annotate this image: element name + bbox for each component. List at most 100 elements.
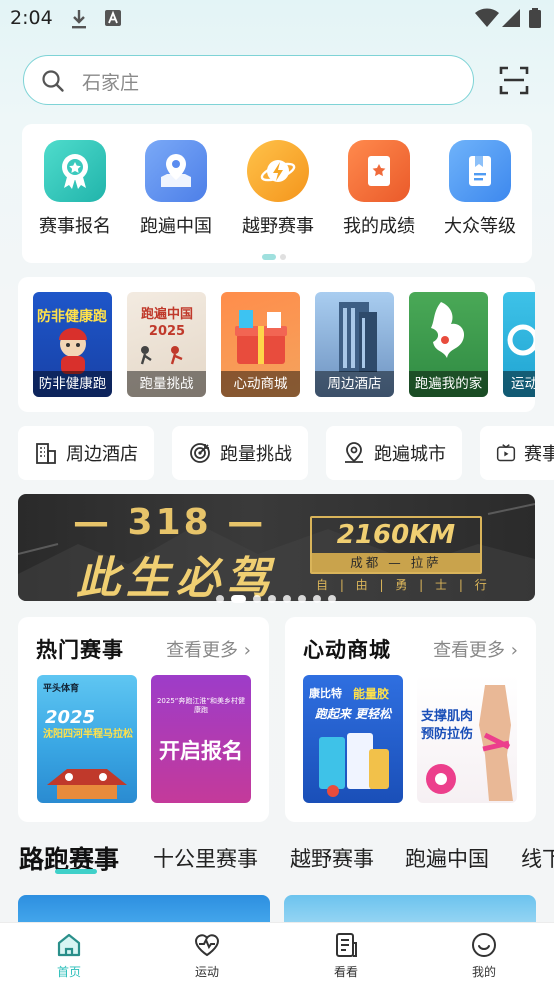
poster-header: 2025“奔跑江淮”和美乡村健康跑	[156, 697, 246, 714]
shortcut-label: 跑遍城市	[374, 444, 446, 465]
nav-mine[interactable]: 我的	[449, 931, 519, 980]
quick-item-label: 跑遍中国	[140, 216, 212, 237]
shortcut-label: 跑量挑战	[220, 444, 292, 465]
feature-tile-run-home[interactable]: 跑遍我的家	[409, 292, 488, 397]
banner-route-number: — 318 —	[73, 502, 267, 543]
banner-dot[interactable]	[313, 594, 321, 603]
nav-home[interactable]: 首页	[34, 931, 104, 980]
mall-product-1[interactable]: 康比特 能量胶 跑起来 更轻松	[303, 675, 403, 803]
mall-product-2[interactable]: 支撑肌肉 预防拉伤	[417, 675, 517, 803]
category-tab-run-china[interactable]: 跑遍中国	[405, 843, 489, 873]
banner-dot[interactable]	[328, 594, 336, 603]
quick-item-run-china[interactable]: 跑遍中国	[126, 140, 226, 238]
target-icon	[190, 443, 210, 463]
feature-tile-mall[interactable]: 心动商城	[221, 292, 300, 397]
product-packs-icon	[319, 733, 389, 797]
quick-item-label: 大众等级	[444, 216, 516, 237]
chevron-right-icon: ›	[510, 640, 518, 661]
product-headline: 能量胶	[353, 687, 390, 701]
skyscraper-icon	[339, 302, 377, 372]
location-pin-icon	[145, 140, 207, 202]
sports-ring-icon	[507, 324, 535, 356]
knee-tape-icon	[479, 685, 513, 801]
nav-sports[interactable]: 运动	[172, 931, 242, 980]
banner-dot[interactable]	[253, 594, 261, 603]
search-placeholder: 石家庄	[82, 72, 140, 94]
chevron-right-icon: ›	[243, 640, 251, 661]
download-icon	[70, 8, 88, 34]
font-icon	[104, 8, 122, 32]
bottom-nav: 首页 运动 看看 我的	[0, 922, 554, 984]
banner-dot[interactable]	[298, 594, 306, 603]
video-play-icon	[496, 444, 516, 462]
feature-tile-mileage-challenge[interactable]: 跑遍中国 2025 跑量挑战	[127, 292, 206, 397]
category-tab-offline[interactable]: 线下	[521, 843, 554, 873]
runners-illustration-icon	[47, 769, 127, 799]
banner-dot[interactable]	[268, 594, 276, 603]
scan-icon[interactable]	[498, 64, 530, 100]
star-certificate-icon	[348, 140, 410, 202]
banner-dot[interactable]	[283, 594, 291, 603]
quick-item-trail-events[interactable]: 越野赛事	[228, 140, 328, 238]
category-tab-10k[interactable]: 十公里赛事	[153, 843, 258, 873]
poster-title: 沈阳四河半程马拉松	[43, 729, 133, 740]
shortcut-mileage-challenge[interactable]: 跑量挑战	[172, 426, 308, 480]
nav-label: 运动	[194, 965, 219, 979]
map-pin-icon	[345, 442, 363, 463]
pager-dot	[280, 253, 286, 260]
category-tab-trail[interactable]: 越野赛事	[290, 843, 374, 873]
search-input[interactable]: 石家庄	[23, 55, 474, 105]
quick-item-public-level[interactable]: 大众等级	[430, 140, 530, 238]
feature-tile-overlay: 跑遍中国 2025	[140, 307, 193, 339]
banner-distance: 2160KM	[336, 520, 456, 550]
nav-browse[interactable]: 看看	[311, 931, 381, 980]
battery-icon	[529, 8, 541, 32]
hot-events-card: 热门赛事 查看更多 › 平头体育 2025 沈阳四河半程马拉松 2025“奔跑江…	[18, 617, 269, 822]
more-link-label: 查看更多	[166, 640, 239, 661]
shortcut-nearby-hotel[interactable]: 周边酒店	[18, 426, 154, 480]
feature-tile-sports[interactable]: 运动	[503, 292, 535, 397]
category-tab-indicator	[55, 869, 97, 874]
quick-item-label: 越野赛事	[242, 216, 314, 237]
shortcut-run-cities[interactable]: 跑遍城市	[326, 426, 462, 480]
hot-events-more-link[interactable]: 查看更多 ›	[166, 636, 251, 662]
home-icon	[57, 933, 81, 957]
feature-tile-caption: 运动	[503, 371, 535, 397]
product-brand: 康比特	[309, 687, 342, 700]
quick-access-card: 赛事报名 跑遍中国 越野赛事 我的成绩 大众等级	[22, 124, 532, 263]
runners-illustration-icon	[140, 346, 183, 365]
mall-card: 心动商城 查看更多 › 康比特 能量胶 跑起来 更轻松 支撑肌肉 预防拉伤	[285, 617, 536, 822]
building-icon	[36, 443, 56, 464]
quick-item-my-results[interactable]: 我的成绩	[329, 140, 429, 238]
mall-more-link[interactable]: 查看更多 ›	[433, 636, 518, 662]
tape-roll-icon	[426, 764, 456, 794]
hot-event-poster-1[interactable]: 平头体育 2025 沈阳四河半程马拉松	[37, 675, 137, 803]
banner-dot-active[interactable]	[231, 594, 246, 603]
wifi-icon	[475, 8, 499, 32]
banner-pager	[216, 588, 343, 607]
shortcut-label: 周边酒店	[66, 444, 138, 465]
feature-tile-caption: 心动商城	[221, 371, 300, 397]
feature-tile-caption: 周边酒店	[315, 371, 394, 397]
nav-label: 看看	[333, 965, 358, 979]
quick-item-label: 赛事报名	[39, 216, 111, 237]
province-map-icon	[431, 302, 465, 358]
feature-tile-caption: 防非健康跑	[33, 371, 112, 397]
product-slogan: 跑起来 更轻松	[314, 707, 392, 721]
shortcut-events[interactable]: 赛事	[480, 426, 554, 480]
feature-tile-anti-fraud-run[interactable]: 防非健康跑 防非健康跑	[33, 292, 112, 397]
article-icon	[336, 933, 357, 957]
poster-year: 2025	[45, 707, 96, 728]
smile-face-icon	[472, 933, 496, 957]
lightning-globe-icon	[247, 140, 309, 202]
feature-tile-nearby-hotel[interactable]: 周边酒店	[315, 292, 394, 397]
feature-tile-overlay: 防非健康跑	[37, 309, 107, 325]
quick-item-event-signup[interactable]: 赛事报名	[25, 140, 125, 238]
promo-banner[interactable]: — 318 — 此生必驾 2160KM 成都 — 拉萨 自 | 由 | 勇 | …	[18, 494, 535, 601]
status-time: 2:04	[10, 7, 53, 29]
runner-mascot-icon	[59, 328, 87, 374]
hot-event-poster-2[interactable]: 2025“奔跑江淮”和美乡村健康跑 开启报名	[151, 675, 251, 803]
banner-dot[interactable]	[216, 594, 224, 603]
poster-title: 开启报名	[159, 739, 243, 763]
status-bar: 2:04	[0, 0, 554, 40]
